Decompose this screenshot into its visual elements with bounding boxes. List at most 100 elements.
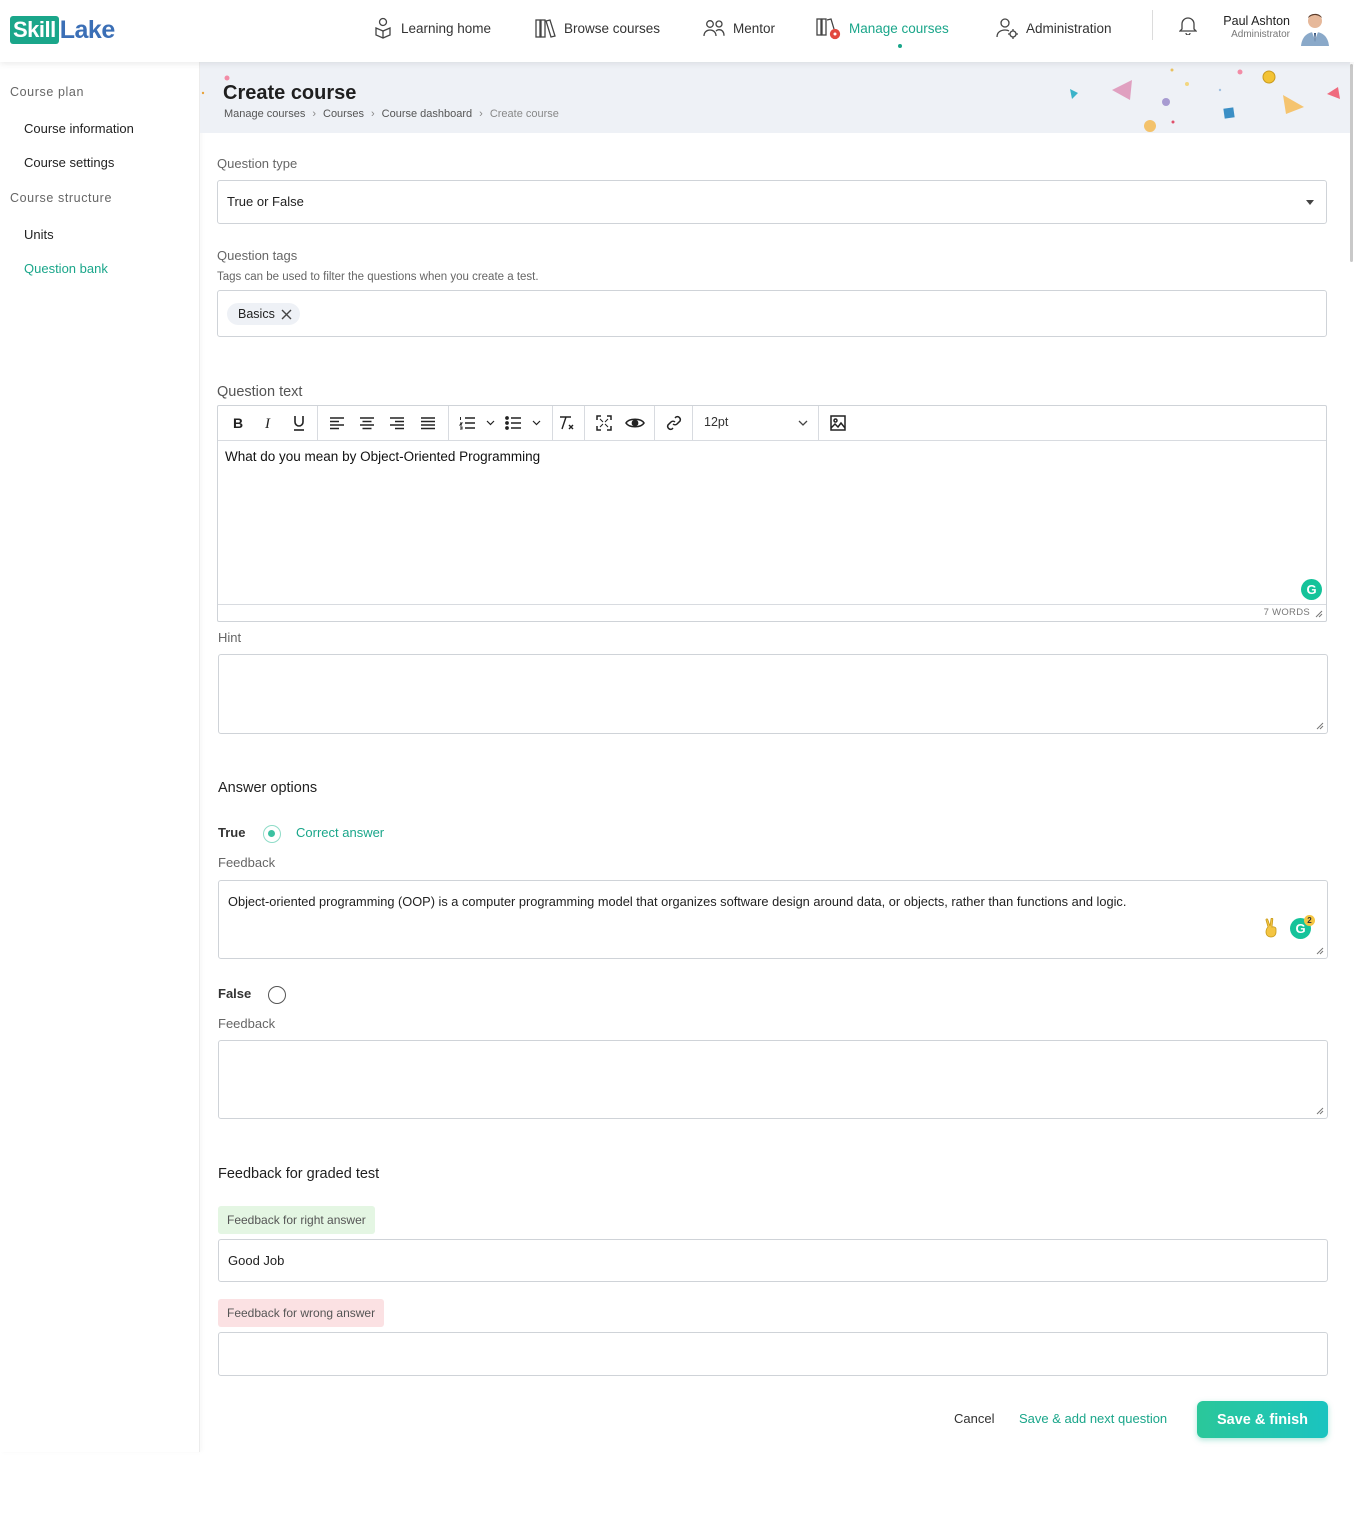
cancel-button[interactable]: Cancel	[954, 1411, 994, 1426]
top-header: Skill Lake Learning home Browse courses M…	[0, 0, 1354, 62]
true-radio[interactable]	[263, 825, 281, 843]
sidebar-heading-course-plan: Course plan	[10, 85, 85, 99]
question-tags-input[interactable]: Basics	[217, 290, 1327, 337]
svg-text:B: B	[233, 416, 243, 430]
false-feedback-label: Feedback	[218, 1016, 276, 1031]
bold-icon[interactable]: B	[228, 412, 250, 434]
align-justify-icon[interactable]	[417, 412, 439, 434]
toolbar-separator	[448, 406, 449, 441]
question-text-editor: B I 12pt What do you mean by Object-Orie…	[217, 405, 1327, 622]
right-answer-feedback-input[interactable]: Good Job	[218, 1239, 1328, 1282]
breadcrumb-separator: ›	[479, 108, 483, 120]
numbered-list-icon[interactable]	[458, 412, 498, 434]
wrong-answer-feedback-input[interactable]	[218, 1332, 1328, 1376]
align-left-icon[interactable]	[326, 412, 348, 434]
breadcrumb-course-dashboard[interactable]: Course dashboard	[382, 108, 473, 120]
graded-feedback-title: Feedback for graded test	[218, 1166, 380, 1182]
page-header: Create course Manage courses › Courses › C…	[200, 62, 1350, 133]
hint-textarea[interactable]	[218, 654, 1328, 734]
save-add-next-button[interactable]: Save & add next question	[1019, 1411, 1167, 1426]
victory-hand-icon	[1265, 918, 1277, 938]
question-type-value: True or False	[227, 194, 304, 209]
nav-administration[interactable]: Administration	[996, 14, 1112, 42]
align-right-icon[interactable]	[386, 412, 408, 434]
manage-courses-icon	[816, 18, 841, 40]
remove-tag-icon[interactable]	[281, 309, 292, 320]
toolbar-separator	[654, 406, 655, 441]
user-name[interactable]: Paul Ashton	[1190, 14, 1290, 28]
nav-mentor[interactable]: Mentor	[703, 14, 775, 42]
tag-label: Basics	[238, 307, 275, 321]
learning-home-icon	[375, 17, 391, 39]
true-feedback-textarea[interactable]: Object-oriented programming (OOP) is a c…	[218, 880, 1328, 959]
question-text-label: Question text	[217, 384, 303, 400]
hint-label: Hint	[218, 630, 242, 645]
resize-handle-icon[interactable]	[1315, 610, 1323, 618]
avatar[interactable]	[1298, 10, 1332, 46]
user-role: Administrator	[1231, 29, 1290, 40]
wrong-answer-pill: Feedback for wrong answer	[218, 1299, 385, 1327]
toolbar-separator	[818, 406, 819, 441]
mentor-icon	[703, 20, 725, 37]
breadcrumb-manage-courses[interactable]: Manage courses	[224, 108, 305, 120]
editor-toolbar: B I 12pt	[218, 406, 1326, 441]
page-scrollbar[interactable]	[1350, 64, 1353, 262]
italic-icon[interactable]: I	[258, 412, 280, 434]
font-size-select[interactable]: 12pt	[704, 415, 728, 429]
header-divider	[1152, 10, 1153, 40]
books-icon	[535, 19, 556, 38]
bullet-list-icon[interactable]	[504, 412, 544, 434]
resize-handle-icon[interactable]	[1316, 947, 1324, 955]
nav-learning-home[interactable]: Learning home	[373, 14, 491, 42]
sidebar-item-question-bank[interactable]: Question bank	[24, 261, 108, 276]
sidebar-heading-course-structure: Course structure	[10, 191, 112, 205]
chevron-down-icon[interactable]	[798, 420, 808, 427]
administration-icon	[996, 18, 1018, 39]
question-tags-label: Question tags	[217, 248, 298, 263]
question-text-content[interactable]: What do you mean by Object-Oriented Prog…	[225, 449, 540, 464]
nav-browse-courses[interactable]: Browse courses	[535, 14, 660, 42]
right-answer-feedback-value: Good Job	[228, 1253, 285, 1268]
preview-eye-icon[interactable]	[623, 412, 647, 434]
correct-answer-text: Correct answer	[296, 825, 385, 840]
sidebar-item-course-information[interactable]: Course information	[24, 121, 134, 136]
question-type-label: Question type	[217, 156, 298, 171]
insert-image-icon[interactable]	[827, 412, 849, 434]
toolbar-separator	[317, 406, 318, 441]
breadcrumb-separator: ›	[312, 108, 316, 120]
align-center-icon[interactable]	[356, 412, 378, 434]
dropdown-caret-icon	[1306, 200, 1314, 205]
breadcrumb: Manage courses › Courses › Course dashboar…	[224, 108, 566, 120]
question-type-select[interactable]: True or False	[217, 180, 1327, 224]
breadcrumb-separator: ›	[370, 108, 375, 120]
tag-chip: Basics	[227, 303, 300, 325]
sidebar: Course plan Course information Course se…	[0, 62, 200, 1452]
grammarly-badge: 2	[1304, 915, 1315, 926]
save-finish-button[interactable]: Save & finish	[1197, 1401, 1328, 1438]
breadcrumb-courses[interactable]: Courses	[323, 108, 364, 120]
answer-false-label: False	[218, 986, 252, 1001]
active-indicator	[898, 44, 902, 48]
confetti-decoration	[201, 68, 1340, 132]
fullscreen-icon[interactable]	[593, 412, 615, 434]
right-answer-pill: Feedback for right answer	[218, 1206, 375, 1234]
grammarly-icon[interactable]: G	[1301, 579, 1322, 600]
sidebar-item-units[interactable]: Units	[24, 227, 54, 242]
false-radio[interactable]	[268, 986, 286, 1004]
svg-text:I: I	[264, 416, 271, 430]
page-title: Create course	[223, 82, 357, 104]
editor-statusbar: 7 WORDS	[218, 604, 1326, 621]
breadcrumb-current: Create course	[489, 108, 559, 120]
link-icon[interactable]	[663, 412, 685, 434]
answer-options-title: Answer options	[218, 780, 318, 796]
resize-handle-icon[interactable]	[1316, 1107, 1324, 1115]
underline-icon[interactable]	[288, 412, 310, 434]
sidebar-item-course-settings[interactable]: Course settings	[24, 155, 114, 170]
resize-handle-icon[interactable]	[1316, 722, 1324, 730]
clear-formatting-icon[interactable]	[555, 412, 577, 434]
answer-true-label: True	[218, 825, 246, 840]
nav-manage-courses[interactable]: Manage courses	[816, 14, 949, 48]
toolbar-separator	[584, 406, 585, 441]
false-feedback-textarea[interactable]	[218, 1040, 1328, 1119]
skilllake-logo[interactable]: Skill Lake	[10, 16, 115, 44]
